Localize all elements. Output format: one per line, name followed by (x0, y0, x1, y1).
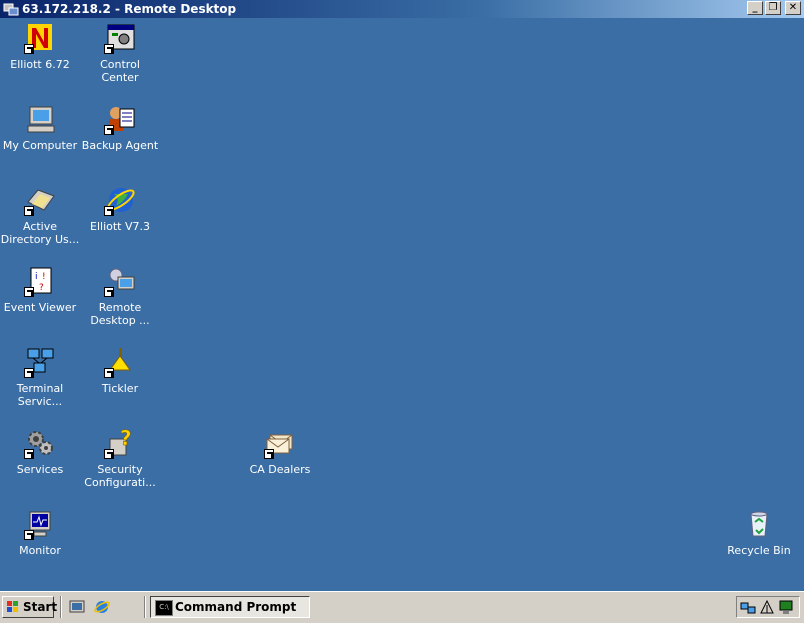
active-directory-icon (24, 184, 56, 216)
desktop-icon-backup-agent[interactable]: Backup Agent (80, 103, 160, 152)
system-tray (736, 596, 800, 618)
windows-logo-icon (7, 601, 18, 612)
backup-agent-icon (104, 103, 136, 135)
desktop-icon-services[interactable]: Services (0, 427, 80, 476)
icon-label: Active (22, 220, 58, 233)
desktop-icon-terminal-services[interactable]: Terminal Servic... (0, 346, 80, 408)
event-viewer-icon: i!? (24, 265, 56, 297)
icon-label-line2: Directory Us... (0, 233, 80, 246)
icon-label: Tickler (101, 382, 139, 395)
desktop[interactable]: Elliott 6.72 Control Center My Computer … (0, 18, 804, 591)
taskbar-item-command-prompt[interactable]: C:\ Command Prompt (150, 596, 310, 618)
network-icon[interactable] (740, 599, 756, 615)
control-center-icon (104, 22, 136, 54)
desktop-icon-recycle-bin[interactable]: Recycle Bin (719, 508, 799, 557)
elliott-icon (24, 22, 56, 54)
window-titlebar[interactable]: 63.172.218.2 - Remote Desktop _ ❐ ✕ (0, 0, 804, 18)
icon-label: Terminal (16, 382, 64, 395)
desktop-icon-ca-dealers[interactable]: CA Dealers (240, 427, 320, 476)
taskbar-separator (144, 596, 146, 618)
globe-icon (104, 184, 136, 216)
svg-text:!: ! (42, 272, 46, 282)
minimize-button[interactable]: _ (747, 1, 763, 15)
icon-label-line2: Configurati... (84, 476, 156, 489)
start-label: Start (23, 600, 58, 614)
icon-label: Monitor (19, 544, 61, 557)
desktop-icon-control-center[interactable]: Control Center (80, 22, 160, 84)
svg-text:?: ? (39, 283, 44, 293)
icon-label: Control Center (100, 58, 140, 84)
restore-button[interactable]: ❐ (765, 1, 781, 15)
desktop-icon-active-directory[interactable]: Active Directory Us... (0, 184, 80, 246)
icon-label-line2: Servic... (17, 395, 63, 408)
icon-label-line2: Desktop ... (90, 314, 150, 327)
internet-explorer-icon[interactable] (93, 598, 111, 616)
desktop-icon-my-computer[interactable]: My Computer (0, 103, 80, 152)
icon-label: Recycle Bin (727, 544, 791, 557)
desktop-icon-elliott-672[interactable]: Elliott 6.72 (0, 22, 80, 71)
tray-app-icon[interactable] (759, 599, 775, 615)
icon-label: Elliott V7.3 (90, 220, 150, 233)
desktop-icon-event-viewer[interactable]: i!? Event Viewer (0, 265, 80, 314)
window-title: 63.172.218.2 - Remote Desktop (22, 2, 237, 16)
my-computer-icon (24, 103, 56, 135)
icon-label: Event Viewer (3, 301, 77, 314)
taskbar-separator (60, 596, 62, 618)
tickler-icon (104, 346, 136, 378)
icon-label: Backup Agent (81, 139, 159, 152)
desktop-icon-security-config[interactable]: ? Security Configurati... (80, 427, 160, 489)
desktop-icon-elliott-v73[interactable]: Elliott V7.3 (80, 184, 160, 233)
icon-label: CA Dealers (249, 463, 311, 476)
remote-desktop-icon (3, 3, 19, 16)
icon-label: My Computer (2, 139, 78, 152)
show-desktop-icon[interactable] (68, 598, 86, 616)
terminal-services-icon (24, 346, 56, 378)
command-prompt-icon: C:\ (155, 600, 173, 616)
icon-label: Services (16, 463, 64, 476)
security-config-icon: ? (104, 427, 136, 459)
icon-label: Elliott 6.72 (10, 58, 70, 71)
close-button[interactable]: ✕ (785, 1, 801, 15)
svg-text:i: i (35, 272, 38, 282)
monitor-icon (24, 508, 56, 540)
desktop-icon-remote-desktop[interactable]: Remote Desktop ... (80, 265, 160, 327)
monitor-tray-icon[interactable] (778, 599, 794, 615)
icon-label: Remote (98, 301, 142, 314)
envelope-icon (264, 427, 296, 459)
start-button[interactable]: Start (2, 596, 58, 618)
desktop-icon-monitor[interactable]: Monitor (0, 508, 80, 557)
recycle-bin-icon (743, 508, 775, 540)
taskbar-item-label: Command Prompt (175, 600, 297, 614)
icon-label: Security (97, 463, 143, 476)
remote-desktop-shortcut-icon (104, 265, 136, 297)
desktop-icon-tickler[interactable]: Tickler (80, 346, 160, 395)
taskbar: Start C:\ Command Prompt (0, 591, 804, 623)
gears-icon (24, 427, 56, 459)
svg-text:?: ? (120, 427, 132, 450)
